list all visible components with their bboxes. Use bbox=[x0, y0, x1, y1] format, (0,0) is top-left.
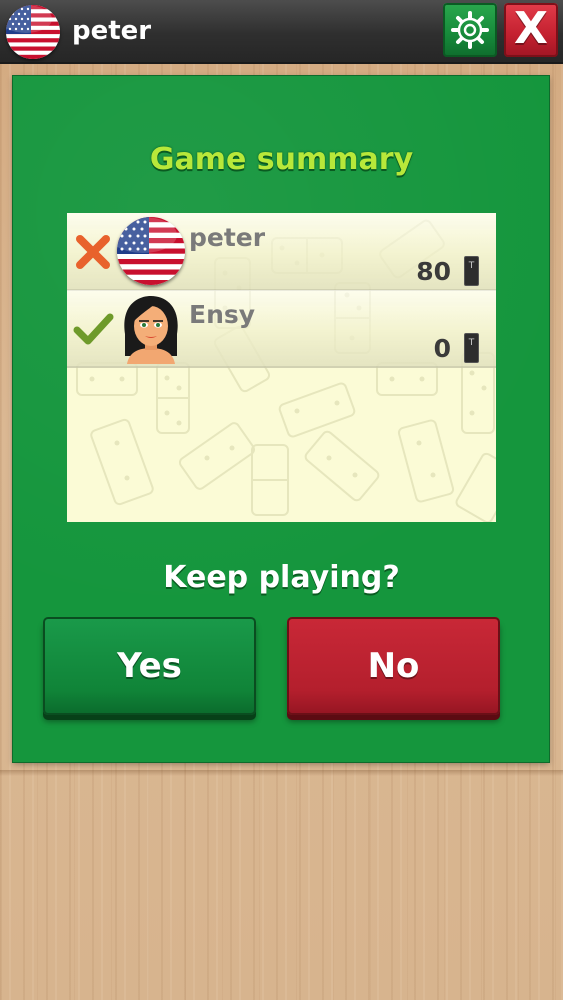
woman-avatar-icon bbox=[124, 296, 178, 364]
top-bar: peter X bbox=[0, 0, 563, 64]
player-row-peter: peter 80 T bbox=[67, 213, 496, 291]
player-score: 80 bbox=[416, 257, 451, 286]
username-label: peter bbox=[72, 16, 152, 46]
keep-playing-prompt: Keep playing? bbox=[163, 560, 400, 595]
player-score: 0 bbox=[433, 334, 451, 363]
settings-button[interactable] bbox=[443, 3, 497, 57]
player-row-ensy: Ensy 0 T bbox=[67, 290, 496, 368]
domino-tile-icon: T bbox=[464, 333, 479, 363]
usa-flag-avatar bbox=[117, 217, 185, 285]
player-name: peter bbox=[189, 223, 266, 252]
close-icon: X bbox=[514, 3, 548, 54]
cross-icon bbox=[76, 235, 110, 269]
game-summary-title: Game summary bbox=[149, 142, 414, 177]
no-button[interactable]: No bbox=[287, 617, 500, 715]
gear-icon bbox=[451, 11, 489, 49]
wood-divider bbox=[0, 770, 563, 776]
checkmark-icon bbox=[73, 313, 114, 345]
scoreboard: peter 80 T Ensy 0 T bbox=[67, 213, 496, 522]
user-flag-icon[interactable] bbox=[6, 5, 60, 59]
yes-button[interactable]: Yes bbox=[43, 617, 256, 715]
close-button[interactable]: X bbox=[504, 3, 558, 57]
player-name: Ensy bbox=[189, 300, 256, 329]
domino-tile-icon: T bbox=[464, 256, 479, 286]
